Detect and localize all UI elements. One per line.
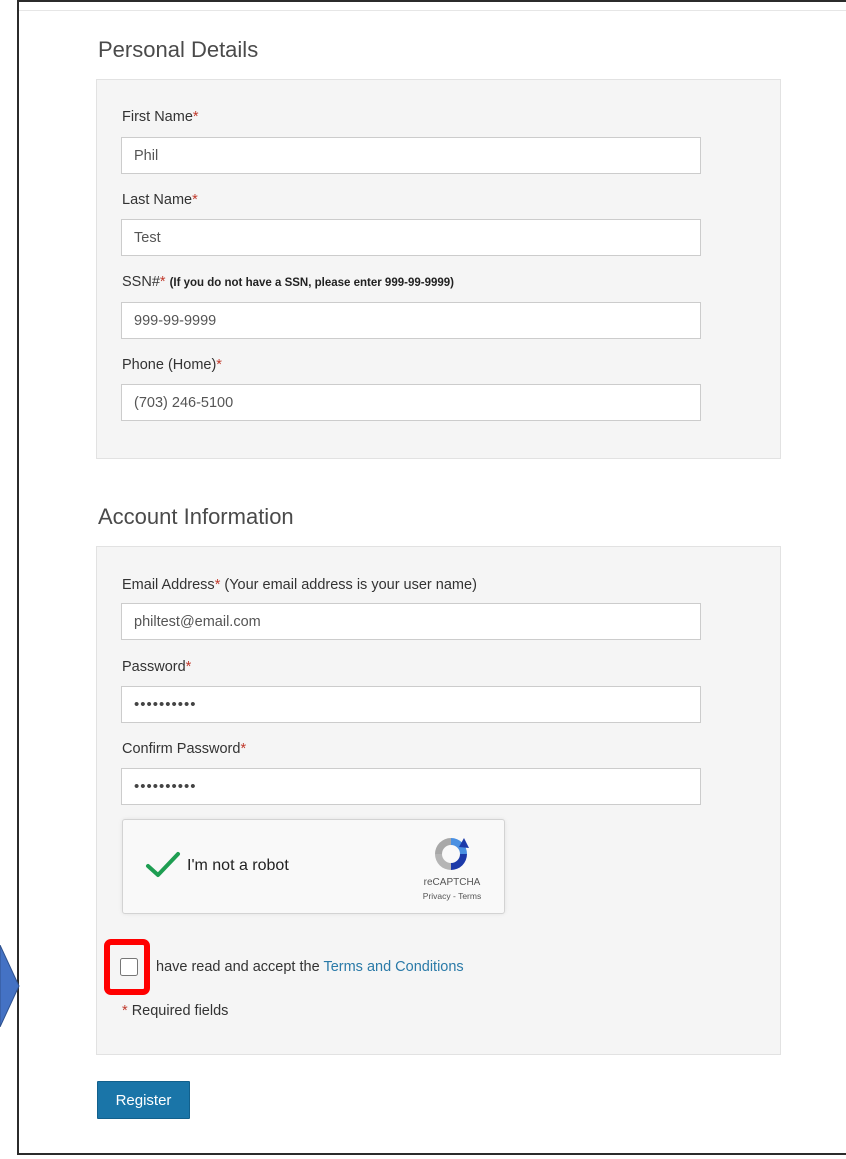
required-asterisk: * — [214, 577, 221, 593]
terms-checkbox[interactable] — [120, 958, 138, 976]
required-asterisk: * — [185, 659, 192, 675]
phone-label-text: Phone (Home) — [122, 357, 217, 373]
confirm-password-label-text: Confirm Password — [122, 741, 241, 757]
recaptcha-privacy-terms-link[interactable]: Privacy - Terms — [393, 891, 511, 901]
last-name-input[interactable] — [121, 219, 701, 256]
required-asterisk: * — [122, 1003, 128, 1019]
ssn-input[interactable] — [121, 302, 701, 339]
required-fields-text: Required fields — [131, 1003, 229, 1019]
check-icon[interactable] — [145, 850, 181, 880]
personal-details-heading: Personal Details — [98, 37, 259, 62]
email-label: Email Address* (Your email address is yo… — [122, 577, 477, 593]
email-label-text: Email Address — [122, 577, 215, 593]
password-input[interactable] — [121, 686, 701, 723]
email-input[interactable] — [121, 603, 701, 640]
terms-and-conditions-link[interactable]: Terms and Conditions — [323, 959, 463, 975]
confirm-password-input[interactable] — [121, 768, 701, 805]
recaptcha-logo-icon — [435, 838, 469, 870]
last-name-label-text: Last Name — [122, 192, 193, 208]
first-name-label: First Name* — [122, 109, 199, 125]
first-name-label-text: First Name — [122, 109, 193, 125]
terms-label: have read and accept the Terms and Condi… — [156, 959, 464, 975]
top-divider — [19, 10, 846, 11]
required-fields-note: * Required fields — [122, 1003, 228, 1019]
required-asterisk: * — [192, 192, 198, 208]
register-button[interactable]: Register — [97, 1081, 190, 1119]
recaptcha-brand: reCAPTCHA — [423, 877, 481, 888]
required-asterisk: * — [192, 109, 199, 125]
required-asterisk: * — [159, 274, 166, 290]
first-name-input[interactable] — [121, 137, 701, 174]
ssn-note: (If you do not have a SSN, please enter … — [169, 277, 454, 289]
email-note: (Your email address is your user name) — [224, 577, 477, 593]
recaptcha-widget[interactable]: I'm not a robot reCAPTCHA Privacy - Term… — [122, 819, 505, 914]
recaptcha-label: I'm not a robot — [187, 857, 289, 874]
pointer-arrow-icon — [0, 945, 20, 1027]
password-label-text: Password — [122, 659, 186, 675]
confirm-password-label: Confirm Password* — [122, 741, 246, 757]
required-asterisk: * — [240, 741, 247, 757]
required-asterisk: * — [216, 357, 222, 373]
ssn-label: SSN#* (If you do not have a SSN, please … — [122, 274, 454, 290]
last-name-label: Last Name* — [122, 192, 198, 208]
ssn-label-text: SSN# — [122, 274, 160, 290]
password-label: Password* — [122, 659, 191, 675]
account-information-heading: Account Information — [98, 504, 294, 529]
phone-input[interactable] — [121, 384, 701, 421]
phone-label: Phone (Home)* — [122, 357, 222, 373]
terms-text: have read and accept the — [156, 959, 320, 975]
